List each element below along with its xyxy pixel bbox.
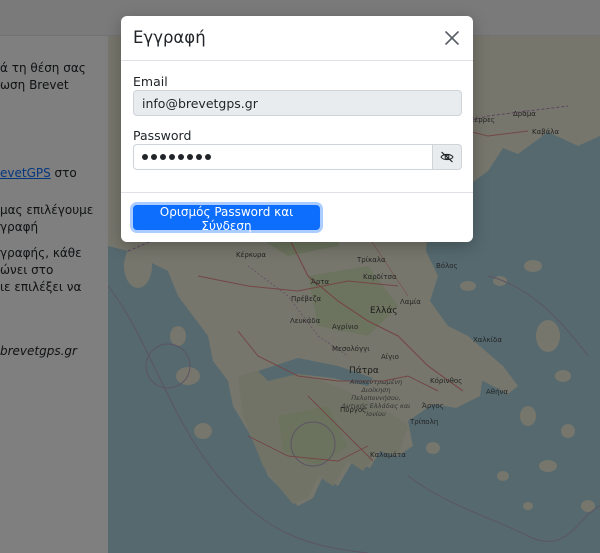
password-mask: [142, 154, 211, 160]
eye-slash-icon: [440, 151, 454, 163]
modal-footer: Ορισμός Password και Σύνδεση: [121, 193, 473, 242]
email-label: Email: [133, 74, 168, 89]
close-icon: [445, 31, 459, 45]
password-field[interactable]: ••••••••: [133, 144, 432, 170]
password-label: Password: [133, 128, 192, 143]
modal-header: Εγγραφή: [121, 16, 473, 61]
modal-title: Εγγραφή: [133, 28, 206, 47]
register-modal: Εγγραφή Email info@brevetgps.gr Password…: [121, 16, 473, 242]
set-password-login-button[interactable]: Ορισμός Password και Σύνδεση: [133, 205, 320, 233]
email-field[interactable]: info@brevetgps.gr: [133, 90, 462, 116]
password-group: ••••••••: [133, 144, 462, 170]
toggle-password-button[interactable]: [432, 144, 462, 170]
close-button[interactable]: [439, 25, 465, 51]
modal-body: Email info@brevetgps.gr Password •••••••…: [121, 61, 473, 193]
